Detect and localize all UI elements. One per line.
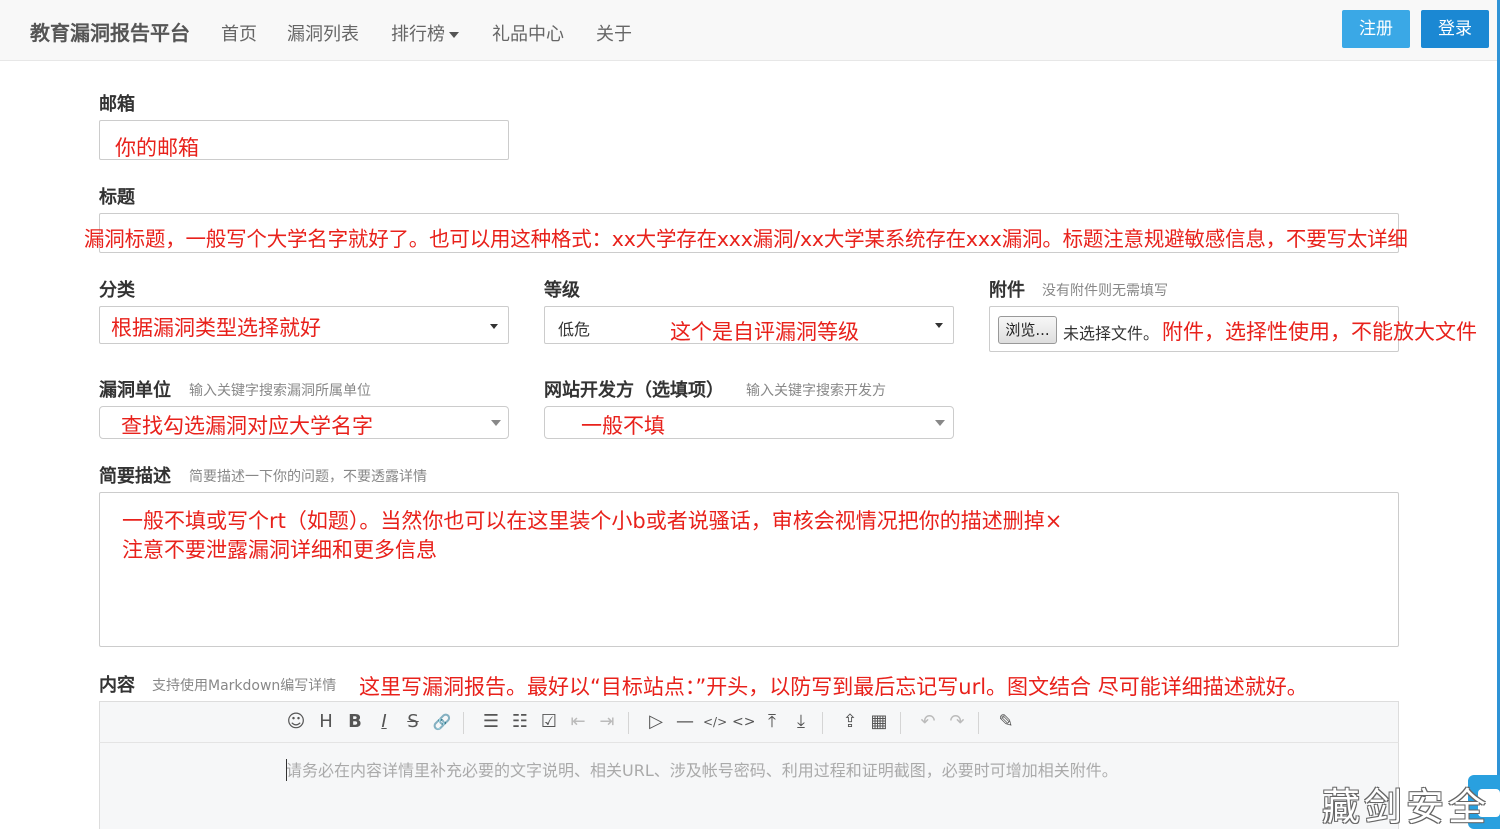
toolbar-divider bbox=[822, 712, 823, 734]
attachment-hint: 没有附件则无需填写 bbox=[1042, 283, 1168, 299]
summary-annotation-line2: 注意不要泄露漏洞详细和更多信息 bbox=[122, 538, 437, 562]
level-annotation: 这个是自评漏洞等级 bbox=[670, 320, 859, 344]
undo-icon[interactable]: ↶ bbox=[917, 711, 939, 733]
attachment-annotation: 附件，选择性使用，不能放大文件 bbox=[1162, 320, 1477, 344]
developer-annotation: 一般不填 bbox=[581, 414, 665, 438]
no-file-text: 未选择文件。 bbox=[1063, 324, 1160, 343]
code-block-icon[interactable]: </> bbox=[703, 711, 727, 733]
editor-text-area[interactable]: 请务必在内容详情里补充必要的文字说明、相关URL、涉及帐号密码、利用过程和证明截… bbox=[286, 743, 1214, 829]
heading-icon[interactable]: H bbox=[315, 711, 337, 733]
nav-home[interactable]: 首页 bbox=[221, 20, 257, 46]
link-icon[interactable]: 🔗 bbox=[431, 711, 453, 733]
emoji-icon[interactable]: ☺ bbox=[285, 711, 307, 733]
ordered-list-icon[interactable]: ☷ bbox=[509, 711, 531, 733]
nav-ranking-label: 排行榜 bbox=[391, 24, 445, 45]
unit-label: 漏洞单位 bbox=[99, 380, 171, 401]
content-editor[interactable]: 请务必在内容详情里补充必要的文字说明、相关URL、涉及帐号密码、利用过程和证明截… bbox=[99, 743, 1399, 829]
italic-icon[interactable]: I bbox=[373, 711, 395, 733]
horizontal-rule-icon[interactable]: — bbox=[674, 711, 696, 733]
table-icon[interactable]: ▦ bbox=[868, 711, 890, 733]
chevron-down-icon bbox=[449, 32, 459, 38]
inline-code-icon[interactable]: <> bbox=[732, 711, 755, 733]
email-annotation: 你的邮箱 bbox=[115, 136, 199, 160]
nav-ranking[interactable]: 排行榜 bbox=[391, 20, 459, 46]
login-button[interactable]: 登录 bbox=[1421, 10, 1489, 48]
title-annotation: 漏洞标题，一般写个大学名字就好了。也可以用这种格式：xx大学存在xxx漏洞/xx… bbox=[84, 227, 1408, 251]
chevron-down-icon bbox=[935, 420, 945, 426]
edit-mode-icon[interactable]: ✎ bbox=[995, 711, 1017, 733]
indent-icon[interactable]: ⇥ bbox=[596, 711, 618, 733]
outdent-icon[interactable]: ⇤ bbox=[567, 711, 589, 733]
toolbar-divider bbox=[463, 712, 464, 734]
category-label: 分类 bbox=[99, 280, 135, 301]
markdown-toolbar: ☺ H B I S 🔗 ☰ ☷ ☑ ⇤ ⇥ ▷ — </> <> ⤒ ⤓ ⇪ ▦… bbox=[99, 701, 1399, 743]
content-label: 内容 bbox=[99, 675, 135, 696]
chevron-down-icon bbox=[935, 323, 943, 328]
upload-icon[interactable]: ⇪ bbox=[839, 711, 861, 733]
nav-gift-center[interactable]: 礼品中心 bbox=[492, 20, 564, 46]
insert-after-icon[interactable]: ⤓ bbox=[790, 711, 812, 733]
nav-about[interactable]: 关于 bbox=[596, 20, 632, 46]
attachment-label: 附件 bbox=[989, 280, 1025, 301]
site-brand[interactable]: 教育漏洞报告平台 bbox=[30, 17, 190, 46]
unit-annotation: 查找勾选漏洞对应大学名字 bbox=[121, 414, 373, 438]
checklist-icon[interactable]: ☑ bbox=[538, 711, 560, 733]
register-button[interactable]: 注册 bbox=[1342, 10, 1410, 48]
bold-icon[interactable]: B bbox=[344, 711, 366, 733]
unordered-list-icon[interactable]: ☰ bbox=[480, 711, 502, 733]
level-label: 等级 bbox=[544, 280, 580, 301]
content-hint: 支持使用Markdown编写详情 bbox=[152, 678, 337, 694]
toolbar-divider bbox=[900, 712, 901, 734]
summary-annotation-line1: 一般不填或写个rt（如题）。当然你也可以在这里装个小b或者说骚话，审核会视情况把… bbox=[122, 509, 1063, 533]
title-label: 标题 bbox=[99, 187, 135, 208]
chevron-down-icon bbox=[490, 324, 498, 329]
content-placeholder: 请务必在内容详情里补充必要的文字说明、相关URL、涉及帐号密码、利用过程和证明截… bbox=[286, 761, 1118, 780]
strikethrough-icon[interactable]: S bbox=[402, 711, 424, 733]
quote-icon[interactable]: ▷ bbox=[645, 711, 667, 733]
top-navbar: 教育漏洞报告平台 首页 漏洞列表 排行榜 礼品中心 关于 注册 登录 bbox=[0, 0, 1500, 61]
category-annotation: 根据漏洞类型选择就好 bbox=[111, 316, 321, 340]
text-cursor bbox=[286, 759, 287, 781]
developer-label: 网站开发方（选填项） bbox=[544, 380, 724, 401]
content-annotation: 这里写漏洞报告。最好以“目标站点：”开头，以防写到最后忘记写url。图文结合 尽… bbox=[359, 675, 1308, 699]
toolbar-divider bbox=[628, 712, 629, 734]
email-label: 邮箱 bbox=[99, 94, 135, 115]
unit-hint: 输入关键字搜索漏洞所属单位 bbox=[189, 383, 371, 399]
watermark-text: 藏剑安全 bbox=[1322, 785, 1491, 829]
developer-hint: 输入关键字搜索开发方 bbox=[746, 383, 886, 399]
insert-before-icon[interactable]: ⤒ bbox=[761, 711, 783, 733]
summary-label: 简要描述 bbox=[99, 466, 171, 487]
redo-icon[interactable]: ↷ bbox=[946, 711, 968, 733]
chevron-down-icon bbox=[491, 420, 501, 426]
summary-hint: 简要描述一下你的问题，不要透露详情 bbox=[189, 469, 427, 485]
browse-button[interactable]: 浏览... bbox=[998, 316, 1057, 344]
toolbar-divider bbox=[978, 712, 979, 734]
nav-vuln-list[interactable]: 漏洞列表 bbox=[287, 20, 359, 46]
level-value: 低危 bbox=[558, 320, 591, 339]
